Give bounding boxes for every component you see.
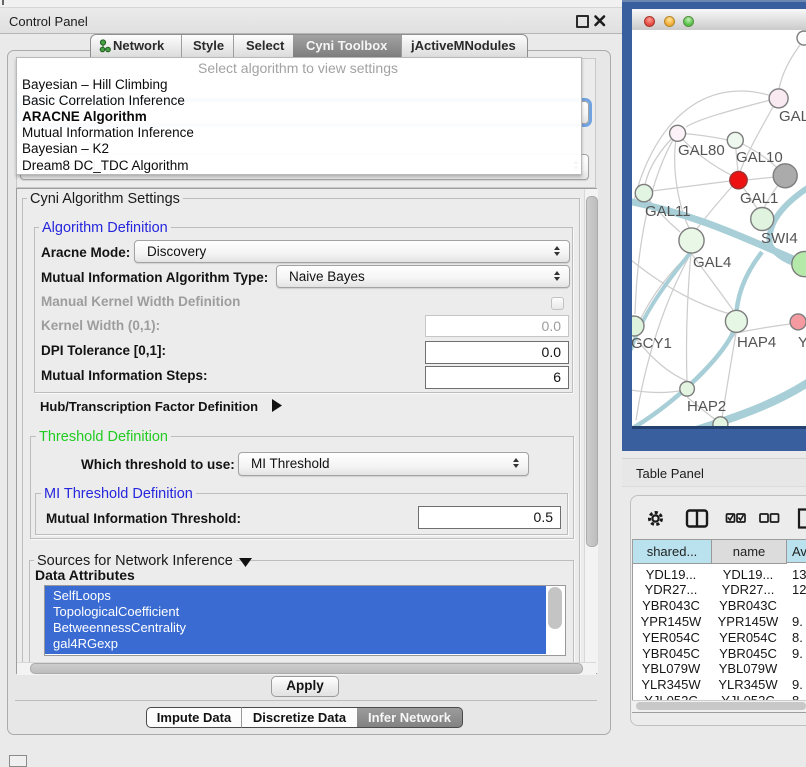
svg-text:HAP4: HAP4 <box>737 334 776 351</box>
svg-text:SWI4: SWI4 <box>761 230 798 247</box>
svg-text:GAL10: GAL10 <box>736 149 783 166</box>
svg-text:GAL11: GAL11 <box>645 203 691 220</box>
svg-text:GAL1: GAL1 <box>740 190 778 207</box>
svg-text:HAP2: HAP2 <box>687 398 726 415</box>
svg-text:GAL7: GAL7 <box>779 108 806 125</box>
svg-text:GAL4: GAL4 <box>693 254 731 271</box>
svg-text:YP: YP <box>798 334 806 351</box>
svg-text:GAL80: GAL80 <box>678 142 725 159</box>
svg-text:GCY1: GCY1 <box>632 335 672 352</box>
